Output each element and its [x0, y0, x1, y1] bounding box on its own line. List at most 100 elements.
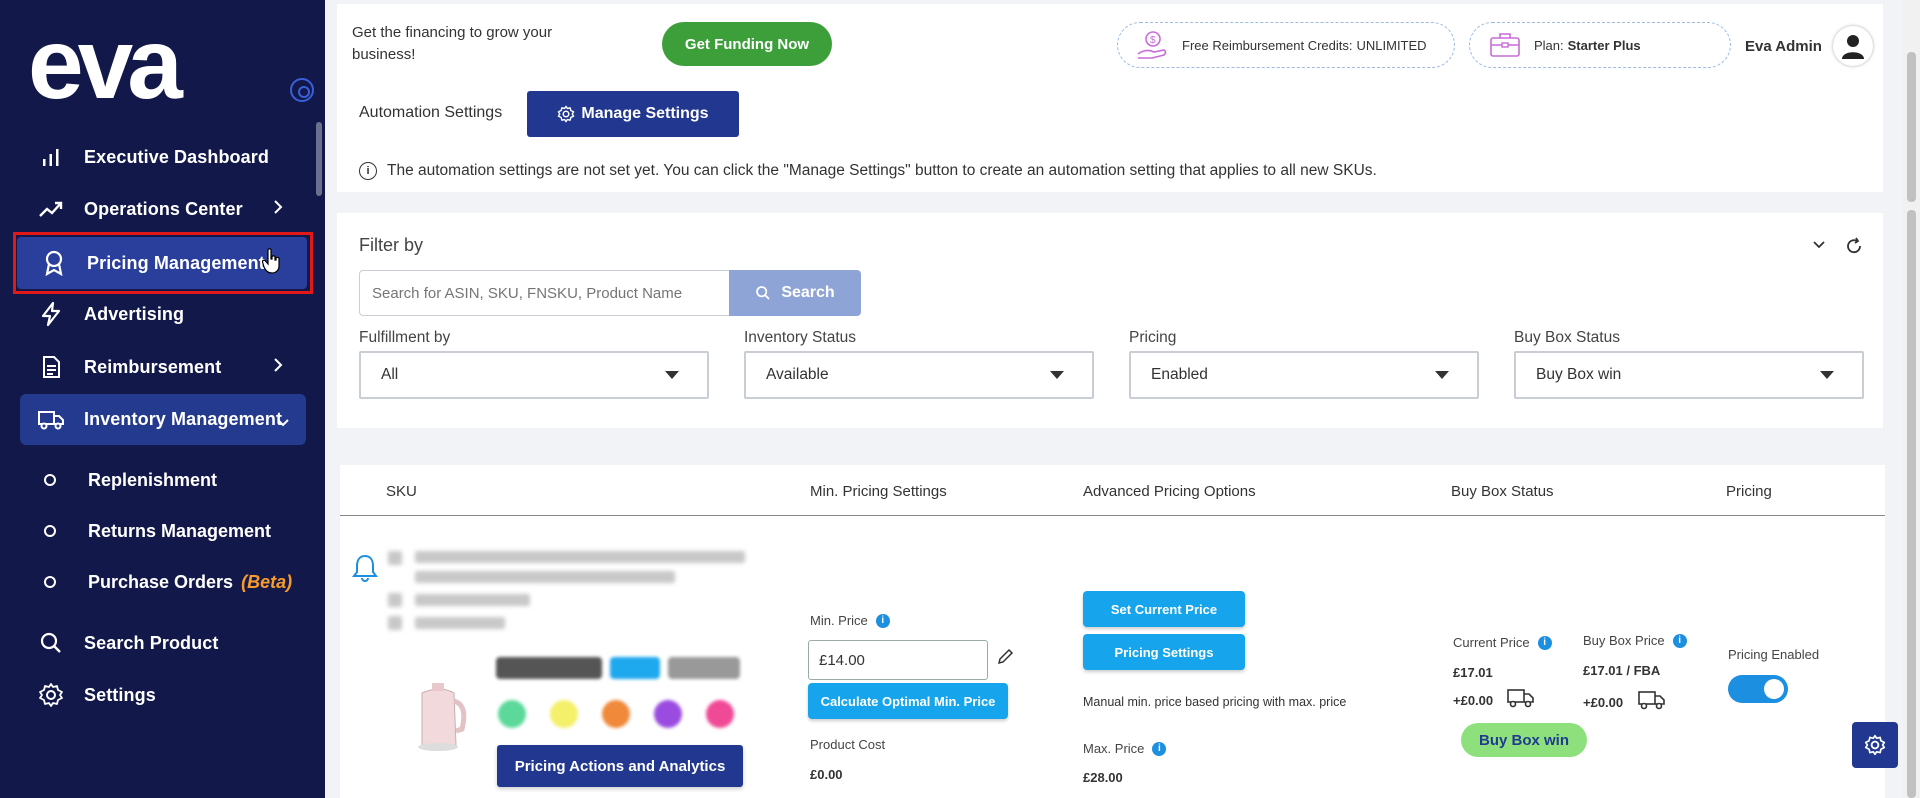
reimbursement-value: UNLIMITED	[1356, 37, 1427, 53]
product-title-blurred	[415, 571, 675, 583]
sidebar-item-reimbursement[interactable]: Reimbursement	[20, 342, 306, 392]
buy-box-status-select[interactable]: Buy Box win	[1514, 351, 1864, 399]
sidebar-item-advertising[interactable]: Advertising	[20, 289, 306, 339]
search-icon	[36, 628, 66, 658]
calculate-optimal-min-price-button[interactable]: Calculate Optimal Min. Price	[808, 683, 1008, 719]
sidebar-item-inventory-management[interactable]: Inventory Management	[20, 394, 306, 445]
automation-note: i The automation settings are not set ye…	[359, 162, 1377, 180]
user-name[interactable]: Eva Admin	[1745, 38, 1822, 55]
column-header-sku[interactable]: SKU	[386, 483, 417, 500]
plan-pill[interactable]: Plan: Starter Plus	[1469, 22, 1731, 68]
page-scrollbar[interactable]	[1903, 0, 1920, 798]
max-price-label-text: Max. Price	[1083, 741, 1145, 756]
set-current-price-button[interactable]: Set Current Price	[1083, 591, 1245, 627]
automation-settings-label: Automation Settings	[359, 104, 503, 121]
automation-note-text: The automation settings are not set yet.…	[387, 162, 1377, 179]
pricing-actions-button[interactable]: Pricing Actions and Analytics	[497, 745, 743, 787]
sidebar-subitem-returns-management[interactable]: Returns Management	[20, 511, 306, 551]
pricing-value: Enabled	[1151, 366, 1208, 383]
sidebar-item-label: Executive Dashboard	[84, 146, 269, 167]
sidebar-item-search-product[interactable]: Search Product	[20, 618, 306, 668]
pricing-enabled-label: Pricing Enabled	[1728, 647, 1820, 662]
product-cost-label: Product Cost	[810, 737, 886, 752]
chevron-down-icon[interactable]	[1811, 239, 1827, 251]
info-icon[interactable]: i	[1152, 741, 1167, 756]
product-image[interactable]	[410, 675, 470, 755]
search-icon	[756, 286, 770, 300]
sidebar-item-executive-dashboard[interactable]: Executive Dashboard	[20, 132, 306, 182]
scrollbar-thumb[interactable]	[1907, 210, 1916, 798]
manage-settings-button[interactable]: Manage Settings	[527, 91, 739, 137]
fulfillment-value: All	[381, 366, 399, 383]
search-button-label: Search	[781, 284, 835, 301]
min-price-input[interactable]: £14.00	[808, 640, 988, 680]
sidebar-item-operations-center[interactable]: Operations Center	[20, 184, 306, 234]
max-price-value: £28.00	[1083, 770, 1123, 785]
copy-icon[interactable]	[388, 551, 402, 565]
caret-down-icon	[1050, 371, 1064, 379]
max-price-label: Max. Price i	[1083, 741, 1167, 756]
gear-icon	[558, 105, 575, 123]
column-header-pricing[interactable]: Pricing	[1726, 483, 1772, 500]
buy-box-win-badge: Buy Box win	[1461, 723, 1587, 757]
refresh-icon[interactable]	[1845, 237, 1863, 255]
pencil-icon[interactable]	[996, 648, 1014, 666]
sidebar-subitem-purchase-orders[interactable]: Purchase Orders (Beta)	[20, 562, 306, 602]
marketplace-badge	[498, 700, 526, 728]
trend-up-icon	[36, 194, 66, 224]
pricing-label: Pricing	[1129, 329, 1177, 346]
current-price-label: Current Price i	[1453, 635, 1552, 650]
search-button[interactable]: Search	[729, 270, 861, 316]
reimbursement-credits-pill[interactable]: $ Free Reimbursement Credits: UNLIMITED	[1117, 22, 1455, 68]
scrollbar-thumb[interactable]	[1907, 52, 1916, 202]
copy-icon[interactable]	[388, 593, 402, 607]
fulfillment-label: Fulfillment by	[359, 329, 451, 346]
sku-blurred	[415, 617, 505, 629]
buybox-price-label-text: Buy Box Price	[1583, 633, 1665, 648]
sidebar-scrollbar[interactable]	[316, 122, 322, 196]
bullet-icon	[44, 576, 56, 588]
column-header-buy-box-status[interactable]: Buy Box Status	[1451, 483, 1554, 500]
bell-icon[interactable]	[352, 553, 378, 583]
inventory-status-label: Inventory Status	[744, 329, 857, 346]
column-header-min-pricing[interactable]: Min. Pricing Settings	[810, 483, 947, 500]
current-price-label-text: Current Price	[1453, 635, 1530, 650]
bullet-icon	[44, 525, 56, 537]
copy-icon[interactable]	[388, 616, 402, 630]
sidebar-item-settings[interactable]: Settings	[20, 670, 306, 720]
column-header-advanced-pricing[interactable]: Advanced Pricing Options	[1083, 483, 1256, 500]
marketplace-badge	[602, 700, 630, 728]
inventory-status-value: Available	[766, 366, 829, 383]
pricing-settings-button[interactable]: Pricing Settings	[1083, 634, 1245, 670]
sidebar-collapse-button[interactable]	[290, 78, 314, 102]
floating-settings-button[interactable]	[1852, 722, 1898, 768]
beta-badge: (Beta)	[241, 571, 293, 592]
pricing-strategy-note: Manual min. price based pricing with max…	[1083, 695, 1347, 709]
financing-promo-text: Get the financing to grow your business!	[352, 24, 553, 63]
chevron-right-icon	[272, 198, 284, 221]
search-input[interactable]	[359, 270, 729, 316]
document-icon	[36, 352, 66, 382]
get-funding-button[interactable]: Get Funding Now	[662, 22, 832, 66]
avatar[interactable]	[1833, 26, 1873, 66]
manage-settings-label: Manage Settings	[581, 105, 709, 122]
pricing-select[interactable]: Enabled	[1129, 351, 1479, 399]
pricing-enabled-toggle[interactable]	[1728, 675, 1788, 703]
eva-logo[interactable]: eva	[28, 20, 218, 110]
info-icon[interactable]: i	[1672, 633, 1687, 648]
gear-icon	[1864, 734, 1886, 756]
sidebar-subitem-replenishment[interactable]: Replenishment	[20, 460, 306, 500]
user-icon	[1842, 35, 1864, 59]
info-icon[interactable]: i	[1537, 635, 1552, 650]
sidebar-item-label: Inventory Management	[84, 409, 283, 429]
inventory-status-select[interactable]: Available	[744, 351, 1094, 399]
current-price-value: £17.01	[1453, 665, 1493, 680]
bar-chart-icon	[36, 142, 66, 172]
sidebar-item-label: Reimbursement	[84, 356, 222, 377]
pricing-table: SKU Min. Pricing Settings Advanced Prici…	[340, 465, 1885, 798]
lightning-icon	[36, 299, 66, 329]
min-price-label-text: Min. Price	[810, 613, 868, 628]
briefcase-icon	[1490, 33, 1520, 57]
fulfillment-select[interactable]: All	[359, 351, 709, 399]
info-icon[interactable]: i	[875, 613, 890, 628]
